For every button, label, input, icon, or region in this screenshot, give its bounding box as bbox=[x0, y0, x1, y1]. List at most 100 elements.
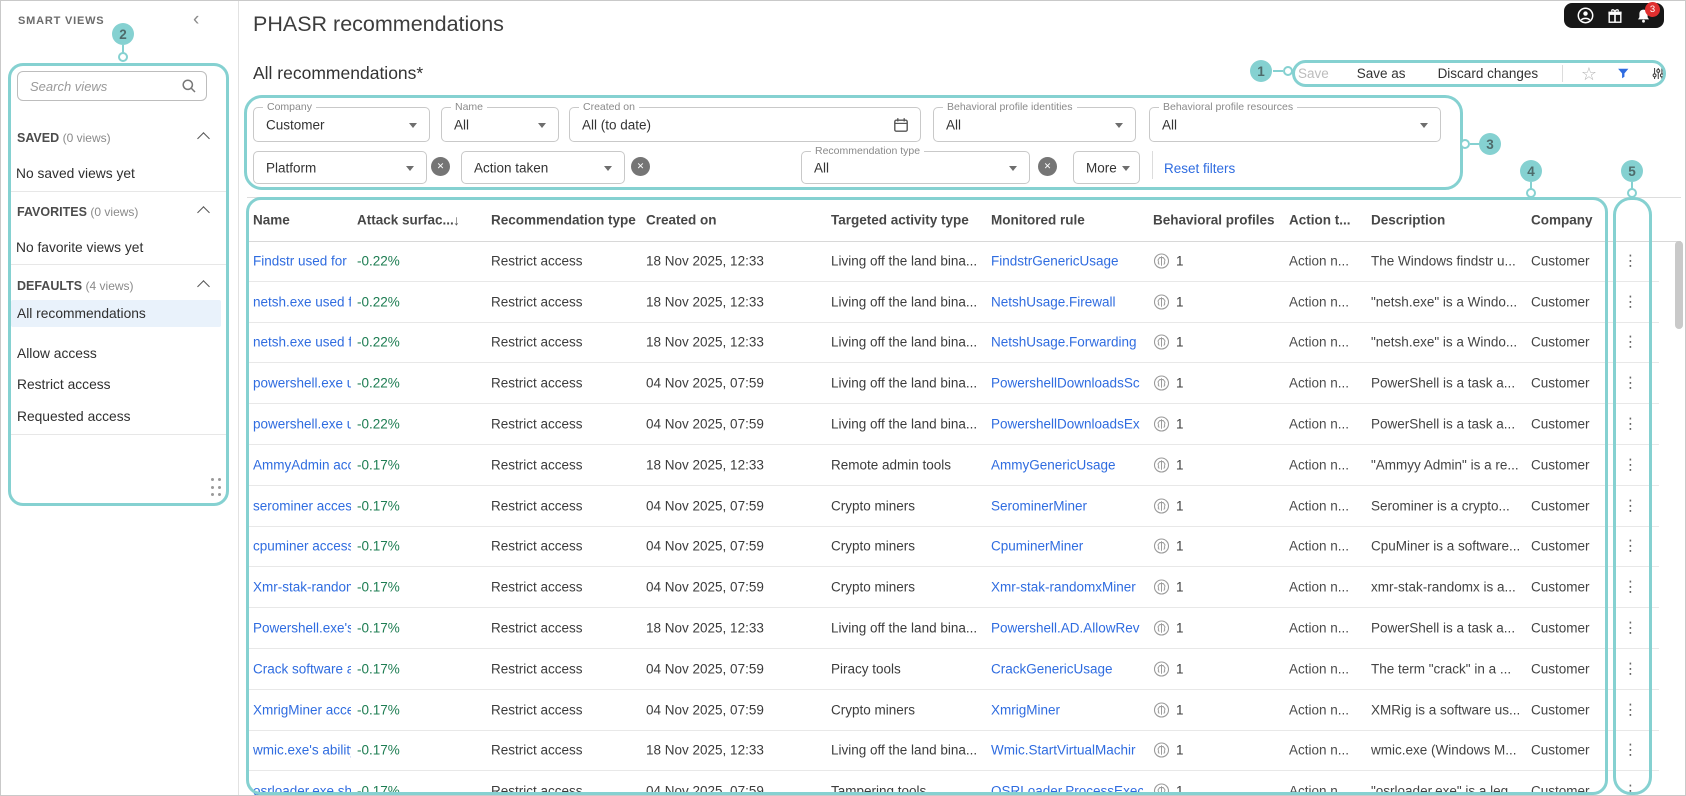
row-menu-kebab-icon[interactable]: ⋮ bbox=[1623, 335, 1638, 350]
targeted-activity-value: Remote admin tools bbox=[831, 457, 952, 473]
chevron-up-icon[interactable] bbox=[197, 132, 210, 145]
platform-filter[interactable]: Platform bbox=[253, 151, 427, 184]
clear-recommendation-type-filter-button[interactable]: ✕ bbox=[1038, 157, 1057, 176]
monitored-rule-link[interactable]: PowershellDownloadsSc bbox=[991, 376, 1143, 391]
column-header-targeted-activity-type[interactable]: Targeted activity type bbox=[831, 212, 969, 227]
monitored-rule-link[interactable]: Wmic.StartVirtualMachir bbox=[991, 743, 1143, 758]
more-filters-dropdown[interactable]: More bbox=[1073, 151, 1140, 184]
save-as-button[interactable]: Save as bbox=[1357, 66, 1406, 81]
user-icon[interactable] bbox=[1577, 7, 1594, 24]
clear-action-taken-filter-button[interactable]: ✕ bbox=[631, 157, 650, 176]
created-on-filter[interactable]: Created on All (to date) bbox=[569, 101, 921, 142]
chevron-up-icon[interactable] bbox=[197, 206, 210, 219]
recommendation-name-link[interactable]: Powershell.exe's c bbox=[253, 621, 351, 636]
row-menu-kebab-icon[interactable]: ⋮ bbox=[1623, 417, 1638, 432]
name-filter[interactable]: Name All bbox=[441, 101, 559, 142]
column-settings-icon[interactable] bbox=[1652, 65, 1665, 82]
favorites-section-header[interactable]: FAVORITES (0 views) bbox=[17, 205, 138, 219]
row-menu-kebab-icon[interactable]: ⋮ bbox=[1623, 661, 1638, 676]
saved-section-header[interactable]: SAVED (0 views) bbox=[17, 131, 111, 145]
resize-handle-icon[interactable] bbox=[211, 478, 221, 498]
sidebar-item-all-recommendations[interactable]: All recommendations bbox=[17, 306, 146, 321]
row-menu-kebab-icon[interactable]: ⋮ bbox=[1623, 702, 1638, 717]
column-header-monitored-rule[interactable]: Monitored rule bbox=[991, 212, 1143, 227]
monitored-rule-link[interactable]: XmrigMiner bbox=[991, 702, 1143, 717]
recommendation-name-link[interactable]: Crack software ac bbox=[253, 661, 351, 676]
behavioral-profile-resources-filter[interactable]: Behavioral profile resources All bbox=[1149, 101, 1441, 142]
sidebar-item-allow-access[interactable]: Allow access bbox=[17, 346, 97, 361]
sidebar-item-restrict-access[interactable]: Restrict access bbox=[17, 377, 111, 392]
recommendation-name-link[interactable]: AmmyAdmin acce bbox=[253, 457, 351, 472]
monitored-rule-link[interactable]: NetshUsage.Forwarding bbox=[991, 335, 1143, 350]
recommendation-name-link[interactable]: wmic.exe's ability bbox=[253, 743, 351, 758]
column-header-description[interactable]: Description bbox=[1371, 212, 1529, 227]
search-views-input[interactable]: Search views bbox=[17, 71, 207, 101]
behavioral-profiles-count: 1 bbox=[1176, 579, 1184, 595]
column-header-action-taken[interactable]: Action t... bbox=[1289, 212, 1351, 227]
recommendation-name-link[interactable]: netsh.exe used for bbox=[253, 294, 351, 309]
recommendation-type-value: Restrict access bbox=[491, 457, 583, 473]
monitored-rule-link[interactable]: CrackGenericUsage bbox=[991, 661, 1143, 676]
created-on-value: 04 Nov 2025, 07:59 bbox=[646, 783, 764, 796]
recommendation-name-link[interactable]: powershell.exe us bbox=[253, 417, 351, 432]
vertical-scrollbar[interactable] bbox=[1675, 241, 1683, 329]
favorite-star-icon[interactable]: ☆ bbox=[1581, 65, 1597, 83]
row-menu-kebab-icon[interactable]: ⋮ bbox=[1623, 294, 1638, 309]
recommendation-name-link[interactable]: serominer access bbox=[253, 498, 351, 513]
recommendation-name-link[interactable]: cpuminer access s bbox=[253, 539, 351, 554]
monitored-rule-link[interactable]: OSRLoader.ProcessExec bbox=[991, 784, 1143, 795]
recommendation-name-link[interactable]: Findstr used for se bbox=[253, 253, 351, 268]
column-header-behavioral-profiles[interactable]: Behavioral profiles bbox=[1153, 212, 1275, 227]
column-header-name[interactable]: Name bbox=[253, 212, 351, 227]
discard-changes-button[interactable]: Discard changes bbox=[1438, 66, 1539, 81]
recommendation-name-link[interactable]: netsh.exe used for bbox=[253, 335, 351, 350]
behavioral-profile-icon bbox=[1153, 375, 1170, 391]
recommendation-name-link[interactable]: XmrigMiner acces bbox=[253, 702, 351, 717]
monitored-rule-link[interactable]: SerominerMiner bbox=[991, 498, 1143, 513]
defaults-section-header[interactable]: DEFAULTS (4 views) bbox=[17, 279, 134, 293]
behavioral-profiles-cell: 1 bbox=[1153, 742, 1184, 759]
sidebar-collapse-icon[interactable]: ‹ bbox=[193, 9, 199, 31]
column-header-attack-surface[interactable]: Attack surfac... bbox=[357, 212, 454, 227]
row-menu-kebab-icon[interactable]: ⋮ bbox=[1623, 457, 1638, 472]
row-menu-kebab-icon[interactable]: ⋮ bbox=[1623, 539, 1638, 554]
clear-platform-filter-button[interactable]: ✕ bbox=[431, 157, 450, 176]
gift-icon[interactable] bbox=[1607, 8, 1623, 24]
row-menu-kebab-icon[interactable]: ⋮ bbox=[1623, 498, 1638, 513]
recommendation-name-link[interactable]: powershell.exe us bbox=[253, 376, 351, 391]
divider bbox=[9, 264, 229, 265]
sort-descending-icon[interactable]: ↓ bbox=[453, 212, 460, 228]
behavioral-profile-identities-filter[interactable]: Behavioral profile identities All bbox=[933, 101, 1136, 142]
save-button[interactable]: Save bbox=[1298, 66, 1329, 81]
recommendation-type-filter[interactable]: Recommendation type All bbox=[801, 145, 1030, 184]
row-menu-kebab-icon[interactable]: ⋮ bbox=[1623, 621, 1638, 636]
column-header-company[interactable]: Company bbox=[1531, 212, 1593, 227]
recommendation-type-value: Restrict access bbox=[491, 498, 583, 514]
recommendation-name-link[interactable]: Xmr-stak-random bbox=[253, 580, 351, 595]
monitored-rule-link[interactable]: Powershell.AD.AllowRev bbox=[991, 621, 1143, 636]
monitored-rule-link[interactable]: Xmr-stak-randomxMiner bbox=[991, 580, 1143, 595]
chevron-up-icon[interactable] bbox=[197, 280, 210, 293]
row-menu-kebab-icon[interactable]: ⋮ bbox=[1623, 580, 1638, 595]
column-header-created-on[interactable]: Created on bbox=[646, 212, 717, 227]
monitored-rule-link[interactable]: PowershellDownloadsEx bbox=[991, 417, 1143, 432]
monitored-rule-link[interactable]: AmmyGenericUsage bbox=[991, 457, 1143, 472]
attack-surface-value: -0.17% bbox=[357, 457, 400, 473]
reset-filters-link[interactable]: Reset filters bbox=[1164, 161, 1235, 176]
table-row: AmmyAdmin acce -0.17% Restrict access 18… bbox=[247, 445, 1659, 486]
filter-funnel-icon[interactable] bbox=[1617, 66, 1630, 81]
company-value: Customer bbox=[1531, 538, 1590, 554]
row-menu-kebab-icon[interactable]: ⋮ bbox=[1623, 253, 1638, 268]
monitored-rule-link[interactable]: FindstrGenericUsage bbox=[991, 253, 1143, 268]
row-menu-kebab-icon[interactable]: ⋮ bbox=[1623, 743, 1638, 758]
sidebar-item-requested-access[interactable]: Requested access bbox=[17, 409, 131, 424]
recommendation-name-link[interactable]: osrloader.exe sho bbox=[253, 784, 351, 795]
column-header-recommendation-type[interactable]: Recommendation type bbox=[491, 212, 636, 227]
action-taken-filter[interactable]: Action taken bbox=[461, 151, 625, 184]
company-filter[interactable]: Company Customer bbox=[253, 101, 430, 142]
row-menu-kebab-icon[interactable]: ⋮ bbox=[1623, 784, 1638, 795]
row-menu-kebab-icon[interactable]: ⋮ bbox=[1623, 376, 1638, 391]
monitored-rule-link[interactable]: NetshUsage.Firewall bbox=[991, 294, 1143, 309]
attack-surface-value: -0.22% bbox=[357, 294, 400, 310]
monitored-rule-link[interactable]: CpuminerMiner bbox=[991, 539, 1143, 554]
